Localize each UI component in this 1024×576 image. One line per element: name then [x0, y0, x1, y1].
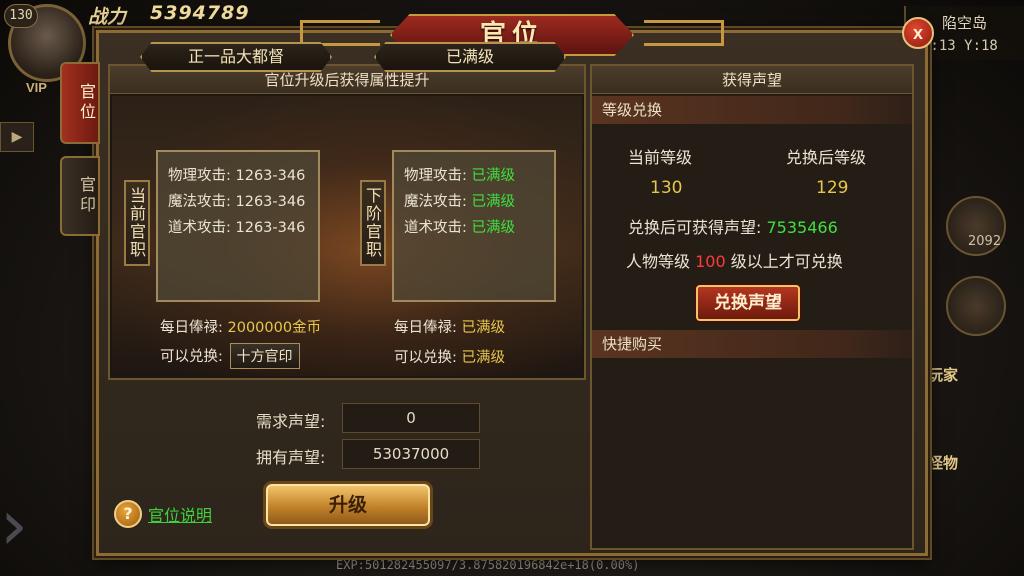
level-exchange-section: 等级兑换	[592, 96, 912, 124]
upgrade-button[interactable]: 升级	[266, 484, 430, 526]
close-icon[interactable]: x	[902, 17, 934, 49]
next-stat-box: 物理攻击: 已满级 魔法攻击: 已满级 道术攻击: 已满级	[392, 150, 556, 302]
gain-reputation-value: 7535466	[766, 218, 838, 237]
map-name: 陷空岛	[942, 14, 988, 32]
stat-label: 道术攻击:	[168, 220, 231, 236]
next-stat-physical: 物理攻击: 已满级	[404, 164, 515, 185]
next-exchange-row: 可以兑换: 已满级	[394, 346, 505, 367]
stat-value: 1263-346	[235, 168, 306, 184]
help-icon[interactable]: ?	[114, 500, 142, 528]
requirement-suffix: 级以上才可兑换	[730, 252, 843, 271]
after-level-label: 兑换后等级	[786, 148, 867, 167]
power-value: 5394789	[150, 2, 250, 24]
monster-target-label[interactable]: 怪物	[928, 452, 958, 473]
tab-official-seal[interactable]: 官印	[60, 156, 100, 236]
current-stat-magic: 魔法攻击: 1263-346	[168, 190, 305, 211]
required-reputation-value: 0	[342, 403, 480, 433]
owned-reputation-value: 53037000	[342, 439, 480, 469]
stat-label: 道术攻击:	[404, 220, 467, 236]
owned-reputation-label: 拥有声望:	[256, 448, 326, 467]
exchange-label: 可以兑换:	[160, 349, 223, 365]
current-stat-box: 物理攻击: 1263-346 魔法攻击: 1263-346 道术攻击: 1263…	[156, 150, 320, 302]
current-stat-taoist: 道术攻击: 1263-346	[168, 216, 305, 237]
exchange-reputation-button[interactable]: 兑换声望	[696, 285, 800, 321]
stat-value: 已满级	[471, 168, 516, 184]
current-rank-name: 正一品大都督	[140, 42, 332, 72]
salary-value: 已满级	[461, 320, 506, 336]
player-level-badge: 130	[4, 4, 38, 28]
exchange-label: 可以兑换:	[394, 350, 457, 366]
chevron-left-icon[interactable]: ›	[0, 490, 28, 560]
salary-label: 每日俸禄:	[160, 320, 223, 336]
current-level-value: 130	[650, 178, 683, 198]
next-rank-name: 已满级	[374, 42, 566, 72]
next-rank-side-label: 下阶官职	[360, 180, 386, 266]
next-stat-magic: 魔法攻击: 已满级	[404, 190, 515, 211]
current-salary-row: 每日俸禄: 2000000金币	[160, 316, 321, 337]
current-level-label: 当前等级	[628, 148, 693, 167]
gain-reputation-label: 兑换后可获得声望:	[628, 218, 762, 237]
stat-label: 魔法攻击:	[404, 194, 467, 210]
salary-value: 2000000金币	[227, 320, 322, 336]
vip-label[interactable]: VIP	[26, 80, 47, 95]
requirement-level: 100	[695, 252, 726, 271]
quick-buy-section[interactable]: 快捷购买	[592, 330, 912, 358]
stat-label: 魔法攻击:	[168, 194, 231, 210]
stat-value: 已满级	[471, 194, 516, 210]
player-target-label[interactable]: 玩家	[928, 364, 958, 385]
level-requirement-row: 人物等级 100 级以上才可兑换	[626, 248, 843, 272]
stat-label: 物理攻击:	[168, 168, 231, 184]
exchange-value: 已满级	[461, 350, 506, 366]
current-exchange-row: 可以兑换: 十方官印	[160, 343, 300, 369]
gain-reputation-row: 兑换后可获得声望: 7535466	[628, 214, 838, 238]
seal-exchange-button[interactable]: 十方官印	[229, 343, 300, 369]
reputation-panel-header: 获得声望	[592, 66, 912, 94]
tab-official-rank[interactable]: 官位	[60, 62, 100, 144]
current-stat-physical: 物理攻击: 1263-346	[168, 164, 305, 185]
expand-arrow-icon[interactable]: ▶	[0, 122, 34, 152]
power-label: 战力	[88, 6, 127, 28]
requirement-prefix: 人物等级	[626, 252, 691, 271]
map-coords: X:13 Y:18	[922, 38, 998, 54]
required-reputation-label: 需求声望:	[256, 412, 326, 431]
stat-value: 1263-346	[235, 220, 306, 236]
side-counter: 2092	[968, 234, 1002, 249]
stat-value: 1263-346	[235, 194, 306, 210]
title-ornament-right	[644, 20, 724, 46]
after-level-value: 129	[816, 178, 849, 198]
salary-label: 每日俸禄:	[394, 320, 457, 336]
next-stat-taoist: 道术攻击: 已满级	[404, 216, 515, 237]
next-salary-row: 每日俸禄: 已满级	[394, 316, 505, 337]
target-button-icon[interactable]	[946, 276, 1006, 336]
stat-label: 物理攻击:	[404, 168, 467, 184]
stat-value: 已满级	[471, 220, 516, 236]
current-rank-side-label: 当前官职	[124, 180, 150, 266]
exp-readout: EXP:501282455097/3.875820196842e+18(0.00…	[336, 558, 640, 572]
rank-help-link[interactable]: 官位说明	[148, 502, 212, 526]
